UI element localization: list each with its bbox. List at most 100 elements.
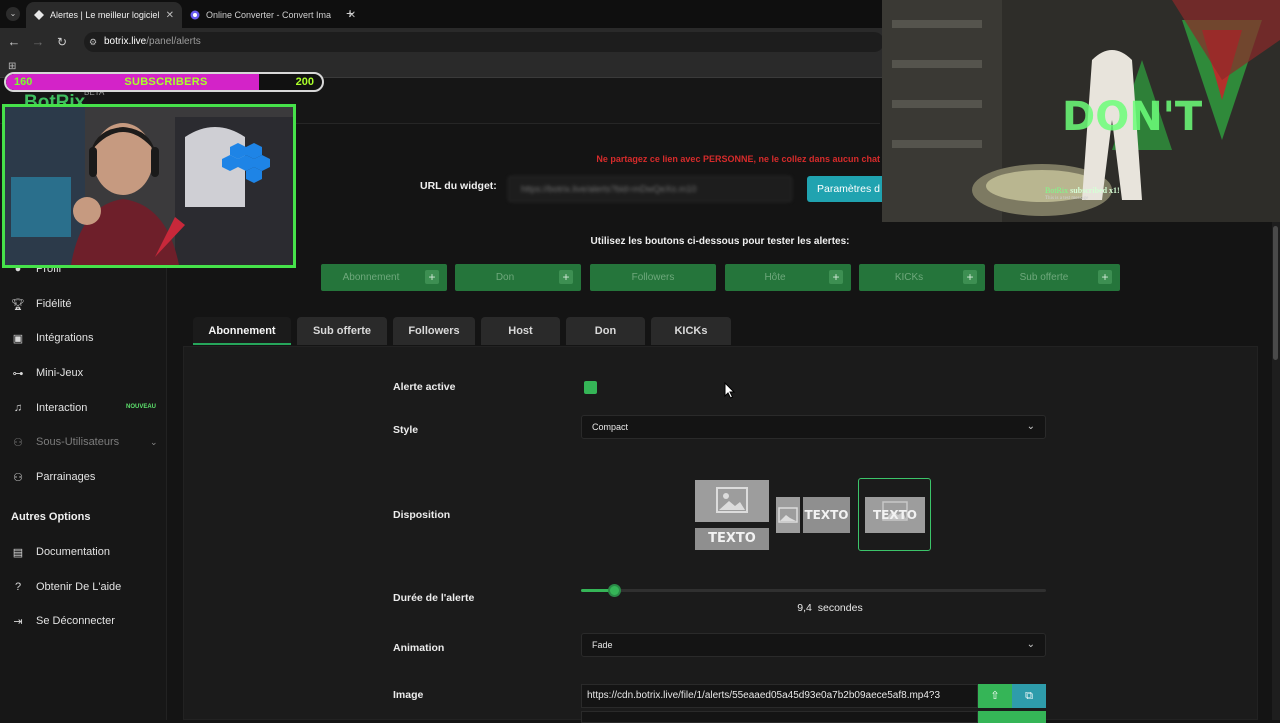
converter-favicon-icon (190, 10, 200, 20)
forward-icon[interactable]: → (30, 34, 46, 50)
subscriber-goal-bar: 160 SUBSCRIBERS 200 (4, 72, 324, 92)
test-followers-button[interactable]: Followers (590, 264, 716, 291)
apps-grid-icon[interactable]: ⊞ (8, 61, 16, 72)
duration-slider-track[interactable] (581, 589, 1046, 592)
sidebar-item-interaction[interactable]: ♫ Interaction (10, 397, 88, 419)
url-path: /panel/alerts (146, 36, 201, 47)
tab-title: Online Converter - Convert Ima (206, 10, 332, 20)
sidebar-item-sous-utilisateurs[interactable]: ⚇ Sous-Utilisateurs (10, 431, 119, 453)
webcam-overlay (2, 104, 296, 268)
sidebar-item-integrations[interactable]: ▣ Intégrations (10, 327, 94, 349)
new-tab-icon[interactable]: + (346, 5, 354, 21)
document-icon: ▤ (12, 546, 24, 559)
chevron-down-icon[interactable]: ⌄ (150, 437, 158, 448)
site-info-icon[interactable]: ⚙ (89, 32, 97, 52)
gamepad-icon: ⊶ (12, 367, 24, 380)
users-icon: ⚇ (13, 471, 23, 484)
plus-icon: + (559, 270, 573, 284)
gallery-icon: ⧉ (1025, 690, 1033, 702)
layout-option-stacked[interactable]: TEXTO (695, 480, 769, 550)
test-abonnement-button[interactable]: Abonnement + (321, 264, 447, 291)
sidebar-item-label: Interaction (36, 402, 88, 414)
duration-number: 9,4 (797, 602, 812, 614)
layout-label: Disposition (393, 509, 451, 521)
tab-host[interactable]: Host (481, 317, 560, 345)
test-hote-button[interactable]: Hôte + (725, 264, 851, 291)
sound-url-input[interactable] (581, 711, 978, 723)
sidebar-item-label: Obtenir De L'aide (36, 581, 122, 593)
sidebar-item-label: Se Déconnecter (36, 615, 115, 627)
url-host: botrix.live (104, 36, 147, 47)
duration-label: Durée de l'alerte (393, 592, 475, 604)
sidebar-item-documentation[interactable]: ▤ Documentation (10, 541, 110, 563)
upload-icon: ⇧ (990, 690, 1000, 702)
address-bar[interactable]: ⚙ botrix.live/panel/alerts (84, 32, 884, 52)
image-placeholder-icon (776, 497, 800, 533)
plus-icon: + (829, 270, 843, 284)
mouse-cursor-icon (724, 382, 736, 399)
sound-buttons[interactable] (978, 711, 1046, 723)
botrix-favicon-icon (34, 10, 44, 20)
subscriber-goal-target: 200 (295, 76, 314, 88)
sidebar-item-mini-jeux[interactable]: ⊶ Mini-Jeux (10, 362, 84, 384)
page-scrollbar-thumb[interactable] (1273, 226, 1278, 360)
duration-slider-thumb[interactable] (608, 584, 621, 597)
window-icon: ▣ (12, 332, 24, 345)
style-label: Style (393, 424, 419, 436)
upload-button[interactable]: ⇧ (978, 684, 1012, 708)
browser-tab-alertes[interactable]: Alertes | Le meilleur logiciel po ✕ (26, 2, 182, 28)
close-tab-icon[interactable]: ✕ (160, 10, 174, 21)
tab-abonnement[interactable]: Abonnement (193, 317, 291, 345)
sidebar-item-label: Mini-Jeux (36, 367, 84, 379)
gallery-button[interactable]: ⧉ (1012, 684, 1046, 708)
duration-value: 9,4 secondes (760, 602, 900, 614)
layout-option-overlay[interactable]: TEXTO (858, 478, 931, 551)
tab-list-icon[interactable]: ⌄ (6, 7, 20, 21)
layout-text-label: TEXTO (695, 528, 769, 550)
parameters-button[interactable]: Paramètres d (807, 176, 887, 202)
test-button-label: KICKs (894, 272, 924, 283)
test-alerts-caption: Utilisez les boutons ci-dessous pour tes… (590, 236, 850, 247)
test-sub-offerte-button[interactable]: Sub offerte + (994, 264, 1120, 291)
image-placeholder-icon (695, 480, 769, 522)
plus-icon: + (963, 270, 977, 284)
test-kicks-button[interactable]: KICKs + (859, 264, 985, 291)
logout-icon: ⇥ (13, 615, 23, 628)
widget-url-input[interactable]: https://botrix.live/alerts?bid=mDwQeXo.m… (508, 176, 792, 202)
tab-don[interactable]: Don (566, 317, 645, 345)
animation-select[interactable]: Fade ⌄ (581, 633, 1046, 657)
back-icon[interactable]: ← (6, 34, 22, 50)
alert-active-checkbox[interactable] (584, 381, 597, 394)
browser-tab-converter[interactable]: Online Converter - Convert Ima ✕ (182, 2, 364, 28)
alert-username: BotRix (1045, 186, 1069, 195)
test-don-button[interactable]: Don + (455, 264, 581, 291)
tab-followers[interactable]: Followers (393, 317, 475, 345)
sidebar-item-fidelite[interactable]: 🏆︎ Fidélité (10, 293, 71, 315)
sidebar-item-label: Documentation (36, 546, 110, 558)
style-select[interactable]: Compact ⌄ (581, 415, 1046, 439)
test-button-label: Abonnement (342, 272, 400, 283)
tab-kicks[interactable]: KICKs (651, 317, 731, 345)
trophy-icon: 🏆︎ (11, 298, 25, 311)
style-select-value: Compact (592, 422, 629, 432)
alert-subtext: This is a test message (1045, 196, 1089, 201)
new-badge: NOUVEAU (126, 404, 157, 410)
alert-text: subscribed x1! (1070, 186, 1120, 195)
test-button-label: Sub offerte (1019, 272, 1069, 283)
chevron-down-icon: ⌄ (1026, 421, 1035, 432)
sidebar-item-label: Sous-Utilisateurs (36, 436, 120, 448)
alert-message: BotRix subscribed x1! This is a test mess… (1045, 186, 1120, 201)
animation-label: Animation (393, 642, 445, 654)
reload-icon[interactable]: ↻ (54, 34, 70, 50)
sidebar-item-label: Fidélité (36, 298, 72, 310)
image-url-input[interactable]: https://cdn.botrix.live/file/1/alerts/55… (581, 684, 978, 708)
webcam-feed (5, 107, 293, 265)
sidebar-item-deconnecter[interactable]: ⇥ Se Déconnecter (10, 610, 115, 632)
tab-sub-offerte[interactable]: Sub offerte (297, 317, 387, 345)
sidebar-item-aide[interactable]: ? Obtenir De L'aide (10, 576, 121, 598)
sidebar-item-parrainages[interactable]: ⚇ Parrainages (10, 466, 95, 488)
subscriber-goal-label: SUBSCRIBERS (124, 76, 208, 88)
tab-title: Alertes | Le meilleur logiciel po (50, 10, 160, 20)
other-options-heading: Autres Options (11, 511, 91, 523)
layout-option-side[interactable]: TEXTO (776, 497, 850, 533)
